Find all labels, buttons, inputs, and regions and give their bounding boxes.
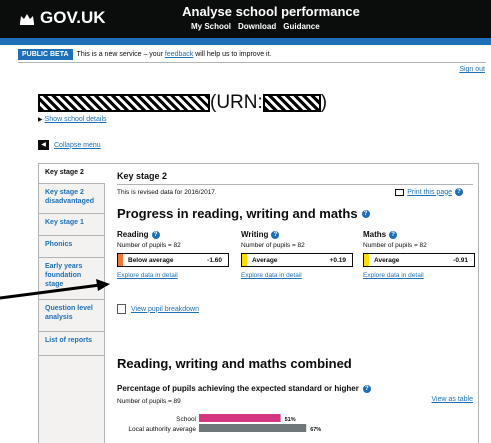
score-band-marker: [364, 254, 369, 266]
help-icon[interactable]: ?: [389, 230, 398, 239]
sidebar-item-question-level-analysis[interactable]: Question level analysis: [39, 300, 105, 332]
subject-reading: Reading? Number of pupils = 82 Below ave…: [117, 230, 237, 279]
progress-heading: Progress in reading, writing and maths ?: [117, 206, 370, 221]
explore-reading-link[interactable]: Explore data in detail: [117, 272, 237, 279]
combined-heading: Reading, writing and maths combined: [117, 356, 352, 371]
chart-category-label: Local authority average: [128, 426, 196, 433]
sign-out-link[interactable]: Sign out: [459, 66, 485, 73]
pupil-count: Number of pupils = 89: [117, 398, 181, 405]
redacted-urn: [262, 94, 321, 112]
show-school-details[interactable]: ▶ Show school details: [38, 116, 107, 123]
printer-icon: [395, 188, 405, 196]
sidebar-item-early-years[interactable]: Early years foundation stage: [39, 258, 105, 300]
score-band-marker: [242, 254, 247, 266]
page-title: Key stage 2: [117, 171, 168, 181]
subject-maths: Maths? Number of pupils = 82 Average -0.…: [363, 230, 483, 279]
score-band-marker: [118, 254, 123, 266]
help-icon[interactable]: ?: [361, 209, 370, 218]
collapse-icon: ◀: [38, 140, 49, 150]
help-icon[interactable]: ?: [271, 230, 280, 239]
score-value: +0.19: [329, 257, 346, 264]
service-name: Analyse school performance: [182, 4, 360, 19]
collapse-menu-link[interactable]: Collapse menu: [54, 142, 101, 149]
feedback-link[interactable]: feedback: [165, 51, 193, 58]
view-as-table-link[interactable]: View as table: [431, 396, 473, 403]
collapse-menu[interactable]: ◀ Collapse menu: [38, 140, 101, 150]
score-badge: Average +0.19: [241, 253, 353, 267]
header-nav: My School Download Guidance: [191, 22, 320, 31]
chart-title: Percentage of pupils achieving the expec…: [117, 384, 371, 393]
score-band: Average: [374, 257, 400, 264]
score-badge: Below average -1.60: [117, 253, 229, 267]
sidebar-item-key-stage-1[interactable]: Key stage 1: [39, 214, 105, 236]
divider: [117, 184, 473, 185]
sidebar-item-key-stage-2[interactable]: Key stage 2: [39, 164, 105, 184]
chart-data-label: 51%: [285, 417, 296, 423]
header: GOV.UK Analyse school performance My Sch…: [0, 0, 491, 38]
school-name: (URN: ): [38, 92, 327, 114]
explore-maths-link[interactable]: Explore data in detail: [363, 272, 483, 279]
pupil-count: Number of pupils = 82: [363, 242, 427, 249]
divider: [18, 62, 486, 63]
score-value: -1.60: [207, 257, 222, 264]
score-badge: Average -0.91: [363, 253, 475, 267]
help-icon[interactable]: ?: [362, 384, 371, 393]
sidebar-item-list-of-reports[interactable]: List of reports: [39, 332, 105, 356]
sidebar-item-key-stage-2-disadvantaged[interactable]: Key stage 2 disadvantaged: [39, 184, 105, 214]
report-panel: Key stage 2 Key stage 2 disadvantaged Ke…: [38, 163, 479, 443]
beta-banner: PUBLIC BETA This is a new service – your…: [18, 49, 271, 60]
header-accent-bar: [0, 38, 491, 45]
score-value: -0.91: [453, 257, 468, 264]
chart-bar: [199, 424, 307, 432]
chart-data-label: 67%: [310, 427, 321, 433]
help-icon[interactable]: ?: [455, 188, 463, 196]
main-content: Key stage 2 This is revised data for 201…: [117, 164, 477, 443]
pupil-count: Number of pupils = 82: [241, 242, 305, 249]
logo-text: GOV.UK: [40, 8, 106, 27]
combined-bar-chart: School 51% Local authority average 67%: [128, 414, 321, 433]
score-band: Below average: [128, 257, 174, 264]
beta-tag: PUBLIC BETA: [18, 49, 73, 60]
chart-bar: [199, 414, 281, 422]
pupil-breakdown-link[interactable]: View pupil breakdown: [131, 306, 199, 313]
pupil-breakdown[interactable]: View pupil breakdown: [117, 304, 199, 314]
chart-category-label: School: [176, 416, 196, 423]
explore-writing-link[interactable]: Explore data in detail: [241, 272, 361, 279]
print-link[interactable]: Print this page: [407, 189, 452, 196]
document-icon: [117, 304, 126, 314]
help-icon[interactable]: ?: [151, 230, 160, 239]
redacted-school-name: [38, 94, 210, 112]
nav-my-school[interactable]: My School: [191, 22, 231, 31]
beta-text: This is a new service – your feedback wi…: [76, 51, 272, 58]
pupil-count: Number of pupils = 82: [117, 242, 181, 249]
nav-guidance[interactable]: Guidance: [283, 22, 319, 31]
crown-icon: [20, 14, 34, 25]
print-page[interactable]: Print this page ?: [395, 188, 463, 196]
subject-writing: Writing? Number of pupils = 82 Average +…: [241, 230, 361, 279]
revised-note: This is revised data for 2016/2017.: [117, 189, 217, 196]
sidebar-item-phonics[interactable]: Phonics: [39, 236, 105, 258]
govuk-logo[interactable]: GOV.UK: [18, 8, 106, 28]
nav-download[interactable]: Download: [238, 22, 276, 31]
triangle-right-icon: ▶: [38, 117, 43, 123]
score-band: Average: [252, 257, 278, 264]
sidebar: Key stage 2 Key stage 2 disadvantaged Ke…: [39, 164, 105, 443]
